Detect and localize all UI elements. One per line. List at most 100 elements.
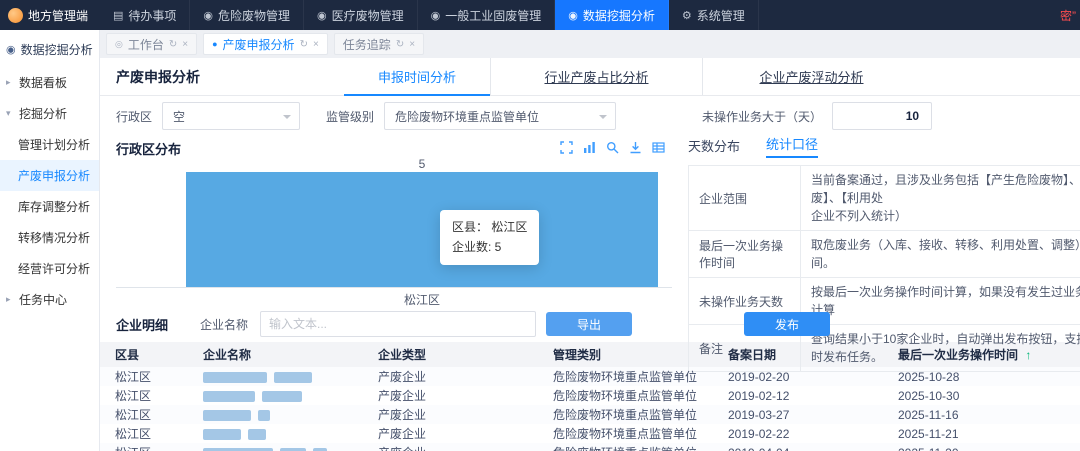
tab-enterprise-fluctuation-analysis[interactable]: 企业产废浮动分析 bbox=[702, 58, 920, 95]
sidebar-title-label: 数据挖掘分析 bbox=[20, 43, 93, 57]
sidebar-item-management-plan-analysis[interactable]: 管理计划分析 bbox=[0, 129, 99, 160]
x-axis-category-label: 松江区 bbox=[403, 293, 440, 307]
export-button[interactable]: 导出 bbox=[546, 312, 633, 336]
chart-toolbar bbox=[560, 141, 666, 155]
cell-management-category: 危险废物环境重点监管单位 bbox=[553, 407, 698, 422]
close-icon[interactable]: × bbox=[409, 39, 415, 50]
cell-district: 松江区 bbox=[100, 443, 195, 451]
top-menu: ▤ 待办事项 ◉ 危险废物管理 ◉ 医疗废物管理 ◉ 一般工业固废管理 ◉ 数据… bbox=[100, 0, 759, 30]
table-row[interactable]: 松江区 产废企业 危险废物环境重点监管单位 2019-03-27 2025-11… bbox=[100, 405, 1080, 424]
sort-ascending-icon[interactable]: ↑ bbox=[1025, 348, 1031, 362]
sidebar-item-transfer-analysis[interactable]: 转移情况分析 bbox=[0, 222, 99, 253]
cell-enterprise-type: 产废企业 bbox=[378, 407, 427, 422]
cell-enterprise-type: 产废企业 bbox=[378, 388, 427, 403]
top-menu-hazardous-waste[interactable]: ◉ 危险废物管理 bbox=[190, 0, 305, 30]
cell-management-category: 危险废物环境重点监管单位 bbox=[553, 426, 698, 441]
top-menu-system-settings[interactable]: ⚙ 系统管理 bbox=[669, 0, 759, 30]
top-menu-label: 数据挖掘分析 bbox=[582, 8, 655, 23]
cell-last-operation: 2025-10-30 bbox=[898, 388, 960, 403]
chevron-right-icon: ▸ bbox=[6, 294, 11, 304]
table-row[interactable]: 松江区 产废企业 危险废物环境重点监管单位 2019-02-20 2025-10… bbox=[100, 367, 1080, 386]
download-icon[interactable] bbox=[629, 141, 643, 155]
top-menu-data-mining[interactable]: ◉ 数据挖掘分析 bbox=[555, 0, 669, 30]
tooltip-district-line: 区县： 松江区 bbox=[452, 220, 528, 234]
data-mining-icon: ◉ bbox=[6, 44, 16, 56]
bar-chart-plot[interactable]: 5 区县： 松江区 企业数: 5 bbox=[116, 157, 672, 288]
main-content: 产废申报分析 申报时间分析 行业产废占比分析 企业产废浮动分析 行政区 空 监管… bbox=[100, 58, 1080, 451]
refresh-icon[interactable]: ↻ bbox=[300, 39, 308, 50]
publish-button[interactable]: 发布 bbox=[744, 312, 831, 336]
tab-declaration-time-analysis[interactable]: 申报时间分析 bbox=[344, 58, 490, 96]
page-header: 产废申报分析 申报时间分析 行业产废占比分析 企业产废浮动分析 bbox=[100, 58, 1080, 96]
criteria-table: 企业范围 当前备案通过，且涉及业务包括【产生危险废物】、【豁免利用处置危废】、【… bbox=[688, 165, 1080, 372]
cell-enterprise-name-redacted bbox=[195, 443, 370, 451]
table-row[interactable]: 松江区 产废企业 危险废物环境重点监管单位 2019-02-12 2025-10… bbox=[100, 386, 1080, 405]
sidebar-item-license-analysis[interactable]: 经营许可分析 bbox=[0, 253, 99, 284]
cell-district: 松江区 bbox=[115, 426, 152, 441]
zoom-icon[interactable] bbox=[606, 141, 620, 155]
fullscreen-icon[interactable] bbox=[560, 141, 574, 155]
data-view-icon[interactable] bbox=[652, 141, 666, 155]
criteria-value: 取危废业务（入库、接收、转移、利用处置、调整）的最后一次操作时间。 bbox=[800, 230, 1080, 278]
col-header-enterprise-type[interactable]: 企业类型 bbox=[370, 342, 545, 367]
top-menu-medical-waste[interactable]: ◉ 医疗废物管理 bbox=[304, 0, 418, 30]
chevron-down-icon: ▾ bbox=[6, 108, 11, 118]
hazardous-waste-icon: ◉ bbox=[203, 9, 214, 22]
tab-days-distribution[interactable]: 天数分布 bbox=[688, 136, 740, 158]
sidebar-group-label: 数据看板 bbox=[19, 76, 68, 90]
cell-record-date: 2019-02-22 bbox=[728, 426, 790, 441]
topbar-right-text: 密” bbox=[1060, 8, 1076, 23]
sidebar-item-inventory-adjustment-analysis[interactable]: 库存调整分析 bbox=[0, 191, 99, 222]
sidebar: ◉ 数据挖掘分析 ▸ 数据看板 ▾ 挖掘分析 管理计划分析 产废申报分析 库存调… bbox=[0, 30, 100, 451]
criteria-label: 企业范围 bbox=[688, 165, 801, 231]
close-icon[interactable]: × bbox=[313, 39, 319, 50]
cell-record-date: 2019-03-27 bbox=[728, 407, 790, 422]
chart-tooltip: 区县： 松江区 企业数: 5 bbox=[440, 210, 540, 265]
tab-industry-ratio-analysis[interactable]: 行业产废占比分析 bbox=[490, 58, 702, 95]
sidebar-item-task-center[interactable]: ▸ 任务中心 bbox=[0, 284, 99, 315]
view-tab-label: 任务追踪 bbox=[342, 37, 391, 52]
enterprise-name-input[interactable] bbox=[260, 311, 537, 337]
cell-enterprise-type: 产废企业 bbox=[370, 443, 545, 451]
table-row[interactable]: 松江区 产废企业 危险废物环境重点监管单位 2019-02-22 2025-11… bbox=[100, 424, 1080, 443]
cell-district: 松江区 bbox=[115, 407, 152, 422]
sidebar-item-waste-declaration-analysis[interactable]: 产废申报分析 bbox=[0, 160, 99, 191]
circle-icon: ◎ bbox=[115, 38, 123, 49]
sidebar-group-label: 挖掘分析 bbox=[19, 107, 68, 121]
col-header-enterprise-name[interactable]: 企业名称 bbox=[195, 342, 370, 367]
criteria-label: 最后一次业务操作时间 bbox=[688, 230, 801, 278]
view-tab-label: 工作台 bbox=[127, 37, 164, 52]
criteria-value: 当前备案通过，且涉及业务包括【产生危险废物】、【豁免利用处置危废】、【利用处 企… bbox=[800, 165, 1080, 231]
bar-songjiang[interactable] bbox=[186, 172, 658, 287]
district-select[interactable]: 空 bbox=[162, 102, 301, 130]
view-tab-waste-declaration-analysis[interactable]: ● 产废申报分析 ↻ × bbox=[203, 33, 328, 55]
sidebar-group-label: 任务中心 bbox=[19, 293, 68, 307]
industrial-solid-waste-icon: ◉ bbox=[430, 9, 441, 22]
cell-record-date: 2019-04-04 bbox=[720, 443, 890, 451]
top-menu-label: 一般工业固废管理 bbox=[445, 8, 542, 23]
table-row[interactable]: 松江区 产废企业 危险废物环境重点监管单位 2019-04-04 2025-11… bbox=[100, 443, 1080, 451]
refresh-icon[interactable]: ↻ bbox=[396, 39, 404, 50]
inactive-days-label: 未操作业务大于（天） bbox=[702, 109, 823, 124]
cell-enterprise-type: 产废企业 bbox=[378, 426, 427, 441]
cell-management-category: 危险废物环境重点监管单位 bbox=[553, 369, 698, 384]
cell-district: 松江区 bbox=[115, 369, 152, 384]
view-tab-workbench[interactable]: ◎ 工作台 ↻ × bbox=[106, 33, 198, 55]
col-header-district[interactable]: 区县 bbox=[100, 342, 195, 367]
medical-waste-icon: ◉ bbox=[317, 9, 327, 22]
bar-chart-icon[interactable] bbox=[583, 141, 597, 155]
sidebar-item-mining-analysis[interactable]: ▾ 挖掘分析 bbox=[0, 98, 99, 129]
inactive-days-input[interactable] bbox=[832, 102, 933, 130]
view-tab-task-tracking[interactable]: 任务追踪 ↻ × bbox=[333, 33, 425, 55]
sidebar-item-dashboard[interactable]: ▸ 数据看板 bbox=[0, 67, 99, 98]
tab-statistics-criteria[interactable]: 统计口径 bbox=[766, 134, 819, 158]
refresh-icon[interactable]: ↻ bbox=[169, 39, 177, 50]
cell-enterprise-name-redacted bbox=[195, 424, 370, 443]
district-distribution-chart-panel: 行政区分布 5 区县： 松江区 企业数: 5 松江区 bbox=[116, 136, 672, 308]
close-icon[interactable]: × bbox=[182, 39, 188, 50]
chevron-down-icon bbox=[599, 115, 608, 123]
top-menu-industrial-solid-waste[interactable]: ◉ 一般工业固废管理 bbox=[418, 0, 556, 30]
supervision-level-select[interactable]: 危险废物环境重点监管单位 bbox=[384, 102, 617, 130]
app-brand: 地方管理端 bbox=[0, 0, 100, 30]
top-menu-todo[interactable]: ▤ 待办事项 bbox=[100, 0, 191, 30]
